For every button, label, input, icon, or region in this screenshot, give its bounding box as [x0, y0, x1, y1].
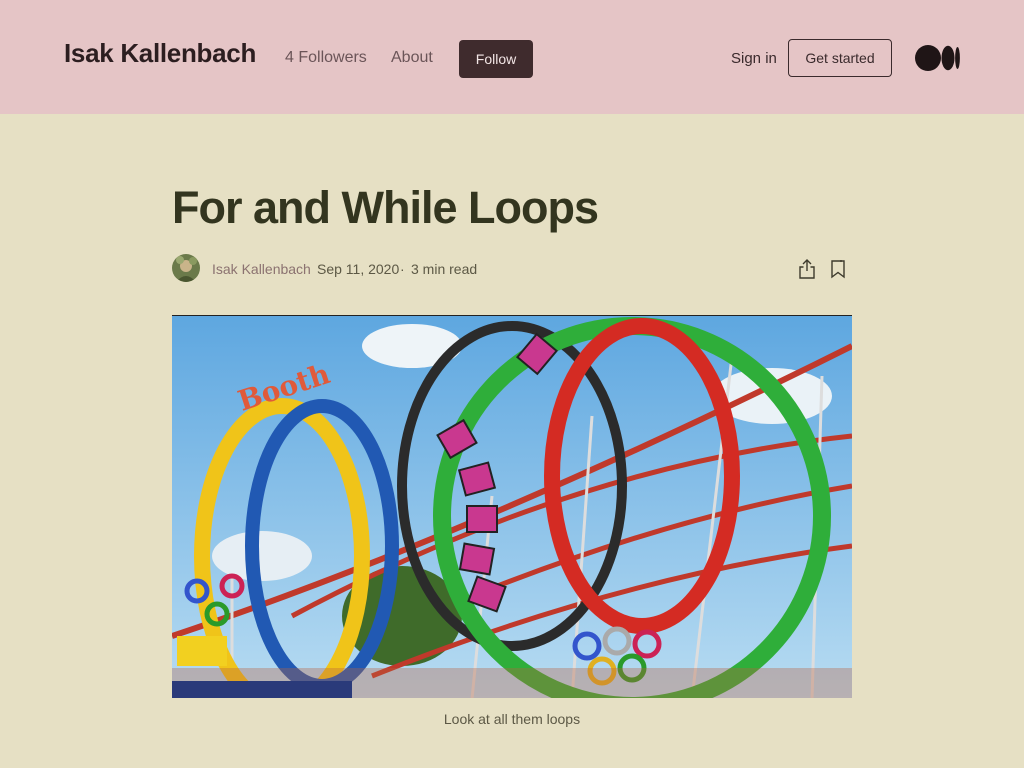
follow-button[interactable]: Follow [459, 40, 533, 78]
author-avatar[interactable] [172, 254, 200, 282]
share-icon[interactable] [797, 258, 817, 280]
author-link[interactable]: Isak Kallenbach [212, 261, 311, 277]
bookmark-icon[interactable] [829, 259, 847, 279]
sign-in-link[interactable]: Sign in [731, 50, 777, 67]
byline-separator: · [400, 261, 405, 277]
hero-image: Booth [172, 315, 852, 698]
read-time: 3 min read [411, 261, 478, 277]
get-started-button[interactable]: Get started [788, 39, 892, 77]
publication-name[interactable]: Isak Kallenbach [64, 38, 256, 69]
about-link[interactable]: About [391, 49, 433, 67]
image-caption: Look at all them loops [443, 711, 581, 727]
followers-link[interactable]: 4 Followers [285, 49, 367, 67]
article-title: For and While Loops [172, 182, 599, 233]
site-header: Isak Kallenbach 4 Followers About Follow… [0, 0, 1024, 114]
medium-logo-icon[interactable] [915, 45, 961, 71]
publish-date: Sep 11, 2020 [317, 261, 400, 277]
